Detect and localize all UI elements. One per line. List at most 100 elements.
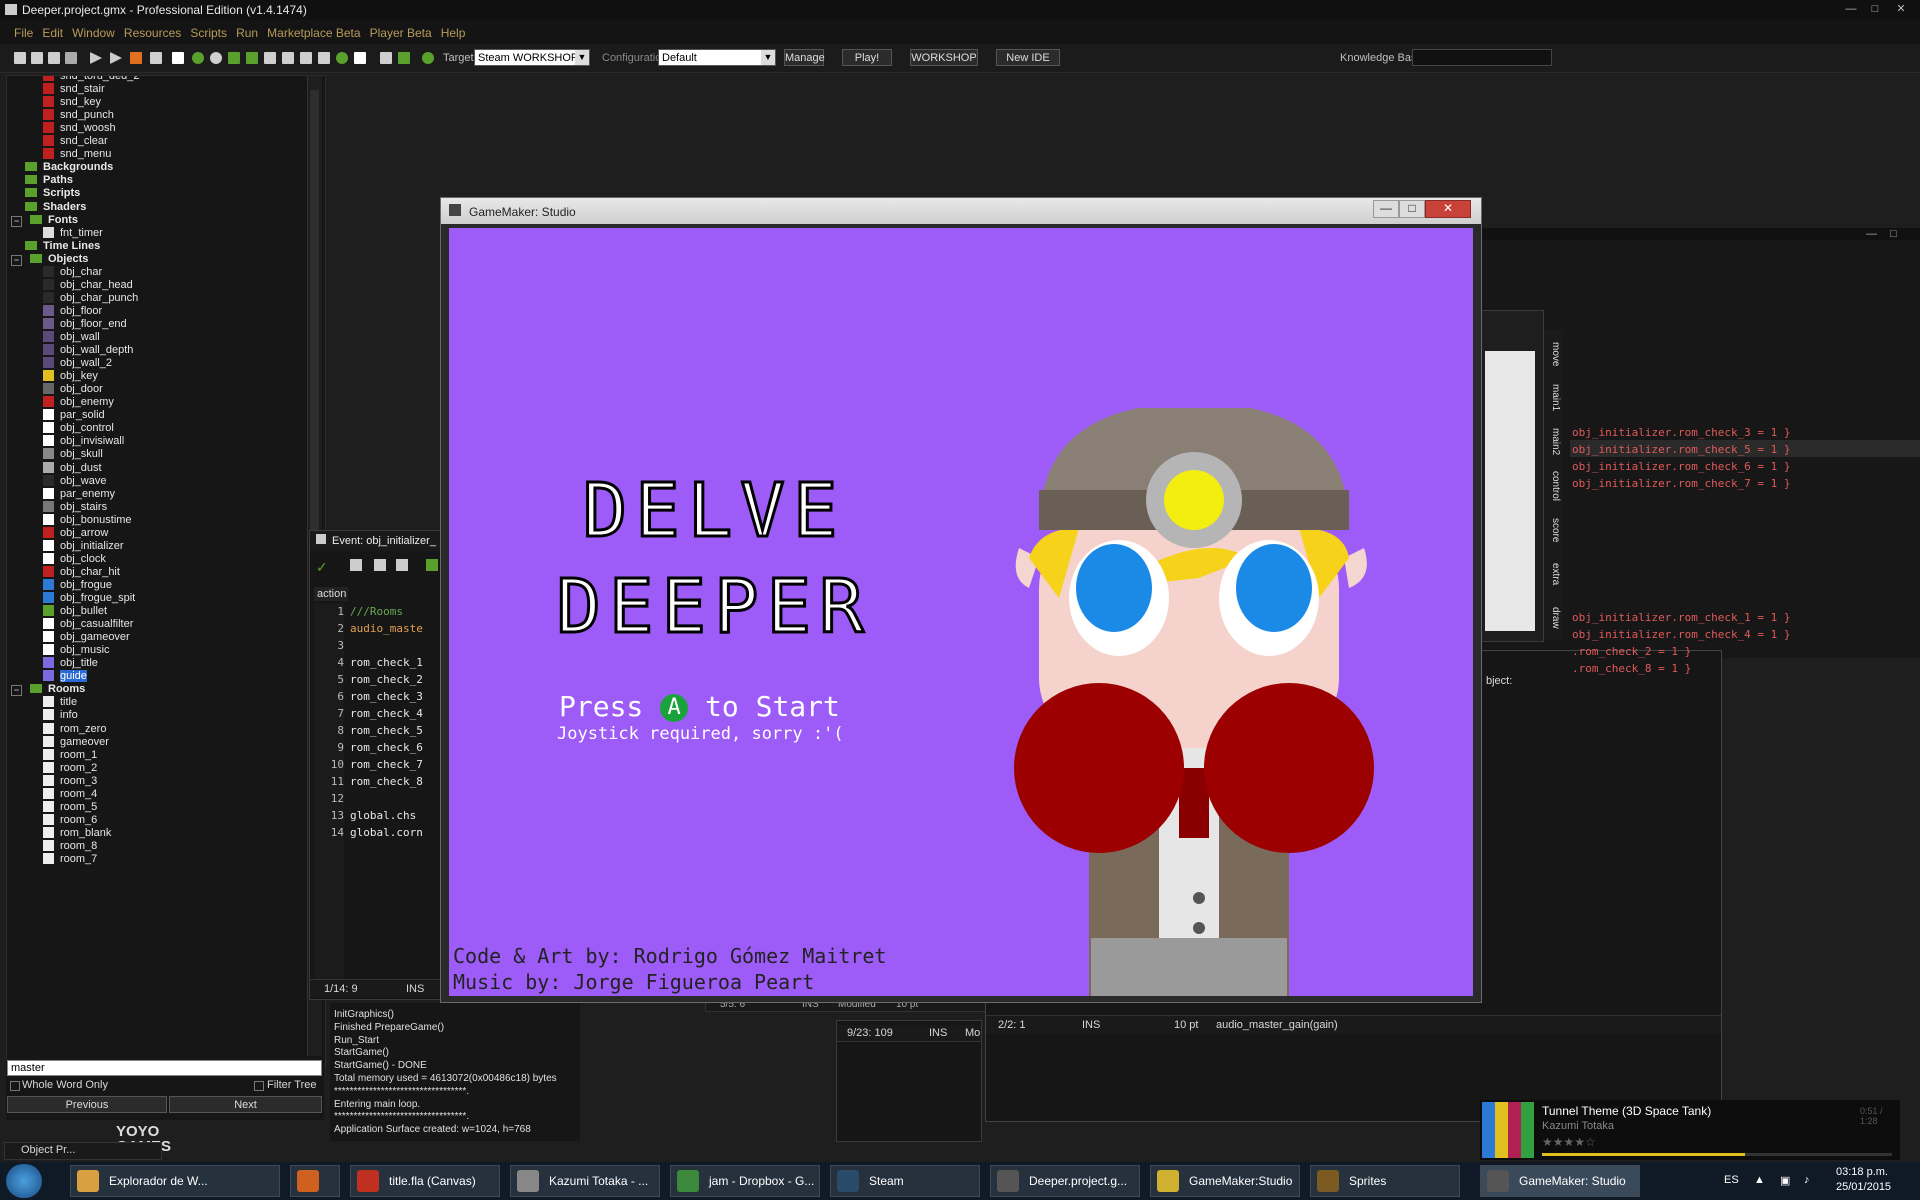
game-canvas[interactable]: DELVE DEEPER Press A to Start Joystick r… xyxy=(449,228,1473,996)
code-line[interactable]: obj_initializer.rom_check_3 = 1 } xyxy=(1572,424,1791,441)
manage-button[interactable]: Manage xyxy=(784,49,825,66)
timeline-icon[interactable] xyxy=(318,52,330,64)
taskbar-item[interactable]: title.fla (Canvas) xyxy=(350,1165,500,1197)
code-line[interactable]: global.corn xyxy=(350,824,450,841)
taskbar-item[interactable] xyxy=(290,1165,340,1197)
taskbar-item[interactable]: GameMaker:Studio xyxy=(1150,1165,1300,1197)
side-tab[interactable]: main1 xyxy=(1543,378,1561,418)
shader-icon[interactable] xyxy=(282,52,294,64)
code-line[interactable]: obj_initializer.rom_check_1 = 1 } xyxy=(1572,609,1791,626)
maximize-button[interactable]: □ xyxy=(1864,2,1886,17)
undo-icon[interactable] xyxy=(426,559,438,571)
code-line[interactable]: audio_maste xyxy=(350,620,450,637)
track-progress[interactable] xyxy=(1542,1153,1892,1156)
run-icon[interactable] xyxy=(90,52,102,64)
code-line[interactable]: rom_check_2 xyxy=(350,671,450,688)
clean-icon[interactable] xyxy=(150,52,162,64)
network-icon[interactable]: ▣ xyxy=(1780,1174,1790,1187)
menu-run[interactable]: Run xyxy=(233,20,261,40)
code-line[interactable]: rom_check_8 xyxy=(350,773,450,790)
save-icon[interactable] xyxy=(48,52,60,64)
side-tab[interactable]: draw xyxy=(1543,598,1561,638)
maximize-button[interactable]: □ xyxy=(1890,228,1897,240)
taskbar-item[interactable]: GameMaker: Studio xyxy=(1480,1165,1640,1197)
code-area[interactable]: ///Rooms audio_maste rom_check_1 rom_check_… xyxy=(350,603,450,983)
code-line[interactable]: rom_check_5 xyxy=(350,722,450,739)
music-player-widget[interactable]: Tunnel Theme (3D Space Tank) Kazumi Tota… xyxy=(1480,1100,1900,1160)
menu-file[interactable]: File xyxy=(0,20,36,40)
collapse-icon[interactable]: − xyxy=(11,254,22,266)
start-button[interactable] xyxy=(6,1164,42,1198)
menu-marketplace[interactable]: Marketplace Beta xyxy=(264,20,363,40)
minimize-button[interactable]: — xyxy=(1866,228,1877,240)
global-settings-icon[interactable] xyxy=(398,52,410,64)
save-icon[interactable] xyxy=(374,559,386,571)
tree-item-room[interactable]: room_7 xyxy=(43,851,97,867)
tray-arrow-icon[interactable]: ▲ xyxy=(1754,1174,1765,1186)
language-indicator[interactable]: ES xyxy=(1724,1174,1739,1186)
side-tab[interactable]: control xyxy=(1543,466,1561,506)
debug-icon[interactable] xyxy=(110,52,122,64)
taskbar-item[interactable]: Steam xyxy=(830,1165,980,1197)
menu-player[interactable]: Player Beta xyxy=(367,20,435,40)
right-code-top[interactable]: obj_initializer.rom_check_3 = 1 } obj_ini… xyxy=(1572,424,1791,492)
create-package-icon[interactable] xyxy=(172,52,184,64)
maximize-button[interactable]: □ xyxy=(1399,200,1425,218)
clock-date[interactable]: 25/01/2015 xyxy=(1836,1181,1891,1193)
code-line[interactable]: global.chs xyxy=(350,807,450,824)
new-ide-button[interactable]: New IDE xyxy=(996,49,1060,66)
menu-scripts[interactable]: Scripts xyxy=(187,20,230,40)
collapse-icon[interactable]: − xyxy=(11,215,22,227)
taskbar-item[interactable]: Kazumi Totaka - ... xyxy=(510,1165,660,1197)
open-icon[interactable] xyxy=(31,52,43,64)
new-file-icon[interactable] xyxy=(14,52,26,64)
minimize-button[interactable]: — xyxy=(1840,2,1862,17)
code-line[interactable]: .rom_check_8 = 1 } xyxy=(1572,660,1791,677)
taskbar-item[interactable]: jam - Dropbox - G... xyxy=(670,1165,820,1197)
print-icon[interactable] xyxy=(396,559,408,571)
code-line[interactable]: rom_check_7 xyxy=(350,756,450,773)
volume-icon[interactable]: ♪ xyxy=(1804,1174,1810,1186)
previous-button[interactable]: Previous xyxy=(7,1096,167,1113)
target-select[interactable]: Steam WORKSHOP ▼ xyxy=(474,49,590,66)
menu-help[interactable]: Help xyxy=(438,20,469,40)
side-tab[interactable]: extra xyxy=(1543,554,1561,594)
collapse-icon[interactable]: − xyxy=(11,685,22,697)
sound-icon[interactable] xyxy=(210,52,222,64)
background-icon[interactable] xyxy=(228,52,240,64)
game-info-icon[interactable] xyxy=(380,52,392,64)
help-icon[interactable] xyxy=(422,52,434,64)
code-line[interactable]: .rom_check_2 = 1 } xyxy=(1572,643,1791,660)
path-icon[interactable] xyxy=(246,52,258,64)
object-icon[interactable] xyxy=(336,52,348,64)
whole-word-checkbox[interactable] xyxy=(10,1081,20,1091)
script-icon[interactable] xyxy=(264,52,276,64)
tab-action[interactable]: action xyxy=(314,587,348,601)
knowledge-base-input[interactable] xyxy=(1412,49,1552,66)
export-icon[interactable] xyxy=(65,52,77,64)
object-properties-tab[interactable]: Object Pr... xyxy=(4,1142,162,1160)
side-tab[interactable]: score xyxy=(1543,510,1561,550)
taskbar-item[interactable]: Sprites xyxy=(1310,1165,1460,1197)
scroll-thumb[interactable] xyxy=(310,90,319,540)
menu-edit[interactable]: Edit xyxy=(39,20,66,40)
right-code-bottom[interactable]: obj_initializer.rom_check_1 = 1 } obj_ini… xyxy=(1572,609,1791,677)
code-line[interactable]: obj_initializer.rom_check_4 = 1 } xyxy=(1572,626,1791,643)
side-tab[interactable]: move xyxy=(1543,334,1561,374)
close-button[interactable]: ✕ xyxy=(1425,200,1471,218)
code-line[interactable]: obj_initializer.rom_check_5 = 1 } xyxy=(1572,441,1791,458)
code-line[interactable]: rom_check_3 xyxy=(350,688,450,705)
code-line[interactable]: rom_check_4 xyxy=(350,705,450,722)
code-line[interactable] xyxy=(350,790,450,807)
stop-icon[interactable] xyxy=(130,52,142,64)
code-line[interactable]: ///Rooms xyxy=(350,603,450,620)
minimize-button[interactable]: — xyxy=(1373,200,1399,218)
play-button[interactable]: Play! xyxy=(842,49,892,66)
code-line[interactable]: rom_check_6 xyxy=(350,739,450,756)
next-button[interactable]: Next xyxy=(169,1096,322,1113)
workshop-button[interactable]: WORKSHOP xyxy=(910,49,978,66)
rating-stars[interactable]: ★★★★☆ xyxy=(1542,1135,1596,1149)
clock-time[interactable]: 03:18 p.m. xyxy=(1836,1166,1888,1178)
code-line[interactable]: rom_check_1 xyxy=(350,654,450,671)
taskbar-item[interactable]: Deeper.project.g... xyxy=(990,1165,1140,1197)
